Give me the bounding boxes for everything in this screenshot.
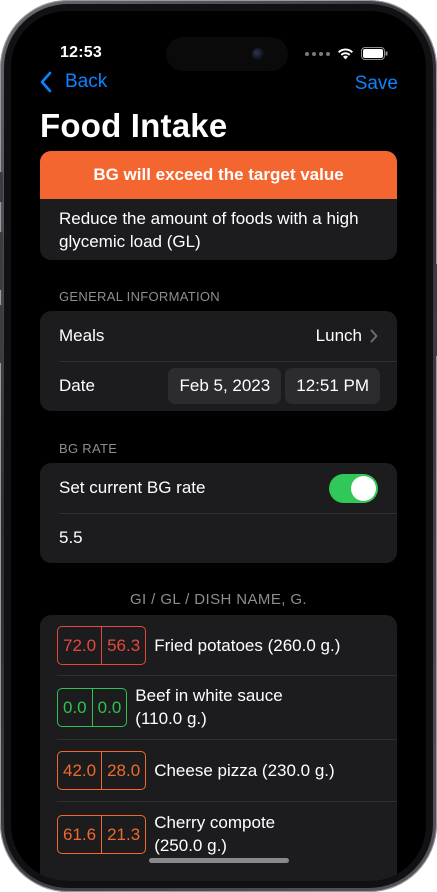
- bg-rate-toggle-row: Set current BG rate: [40, 463, 397, 513]
- bg-rate-card: Set current BG rate 5.5: [40, 463, 397, 563]
- gl-value: 21.3: [107, 824, 141, 844]
- wifi-icon: [338, 47, 353, 59]
- bg-rate-value-row[interactable]: 5.5: [40, 513, 397, 563]
- gi-gl-badge: 72.0 56.3: [57, 625, 147, 665]
- iphone-device: 12:53 Back Save Food Intake BG will exce: [0, 0, 437, 892]
- gl-value: 28.0: [107, 760, 141, 780]
- gi-gl-badge: 0.0 0.0: [57, 687, 128, 727]
- volume-down-button: [0, 305, 3, 363]
- date-picker[interactable]: Feb 5, 2023: [168, 368, 282, 404]
- toggle-knob: [351, 475, 376, 501]
- general-info-card: Meals Lunch Date Feb 5, 2023 12:51 PM: [40, 311, 397, 411]
- status-time: 12:53: [60, 44, 102, 61]
- volume-up-button: [0, 232, 3, 290]
- food-list: 72.0 56.3 Fried potatoes (260.0 g.) 0.0 0.…: [40, 615, 397, 881]
- back-label: Back: [65, 71, 108, 92]
- gl-value: 56.3: [107, 635, 141, 655]
- general-info-section-label: GENERAL INFORMATION: [59, 289, 220, 304]
- dynamic-island: [166, 37, 288, 71]
- bg-warning-message: Reduce the amount of foods with a high g…: [59, 209, 359, 251]
- gi-gl-badge: 61.6 21.3: [57, 814, 147, 854]
- camera-icon: [252, 48, 264, 60]
- gi-value: 0.0: [63, 697, 87, 717]
- home-indicator[interactable]: [149, 858, 289, 863]
- chevron-right-icon: [370, 329, 378, 343]
- bg-warning-header: BG will exceed the target value: [40, 151, 397, 199]
- cellular-signal-icon: [305, 51, 330, 56]
- status-icons: [305, 47, 388, 60]
- bg-warning-card: BG will exceed the target value Reduce t…: [40, 151, 397, 260]
- save-button[interactable]: Save: [355, 73, 398, 95]
- food-name: Beef in white sauce (110.0 g.): [135, 686, 283, 728]
- food-name: Cherry compote (250.0 g.): [154, 813, 276, 855]
- bg-rate-section-label: BG RATE: [59, 441, 118, 456]
- page-title: Food Intake: [40, 107, 228, 144]
- food-list-header: GI / GL / DISH NAME, G.: [129, 591, 307, 608]
- battery-icon: [361, 47, 388, 60]
- chevron-left-icon: [40, 71, 52, 93]
- bg-rate-toggle-label: Set current BG rate: [59, 478, 206, 497]
- meals-label: Meals: [59, 326, 105, 345]
- back-button[interactable]: Back: [39, 71, 107, 93]
- food-name: Fried potatoes (260.0 g.): [154, 635, 341, 655]
- time-picker[interactable]: 12:51 PM: [285, 368, 380, 404]
- gi-value: 61.6: [63, 824, 97, 844]
- food-name: Cheese pizza (230.0 g.): [154, 760, 335, 780]
- food-item[interactable]: 0.0 0.0 Beef in white sauce (110.0 g.): [40, 675, 397, 739]
- food-item[interactable]: 72.0 56.3 Fried potatoes (260.0 g.): [40, 615, 397, 675]
- date-label: Date: [59, 376, 95, 395]
- gi-value: 72.0: [63, 635, 97, 655]
- bg-rate-toggle[interactable]: [329, 473, 378, 503]
- meals-row[interactable]: Meals Lunch: [40, 311, 397, 361]
- gl-value: 0.0: [97, 697, 122, 717]
- gi-gl-badge: 42.0 28.0: [57, 750, 147, 790]
- bg-rate-value[interactable]: 5.5: [59, 528, 83, 548]
- screen: 12:53 Back Save Food Intake BG will exce: [11, 11, 426, 881]
- date-row: Date Feb 5, 2023 12:51 PM: [40, 361, 397, 411]
- food-item[interactable]: 42.0 28.0 Cheese pizza (230.0 g.): [40, 739, 397, 801]
- silent-switch: [0, 172, 3, 202]
- meals-value: Lunch: [315, 326, 362, 345]
- gi-value: 42.0: [63, 760, 97, 780]
